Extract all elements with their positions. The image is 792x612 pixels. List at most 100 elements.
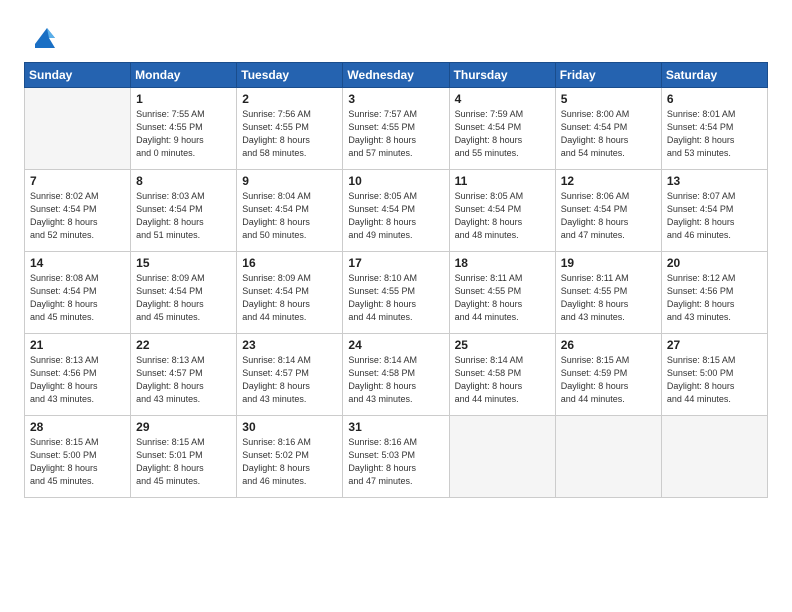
- day-cell: [25, 88, 131, 170]
- day-info: Sunrise: 8:09 AMSunset: 4:54 PMDaylight:…: [136, 272, 231, 324]
- day-number: 10: [348, 174, 443, 188]
- weekday-wednesday: Wednesday: [343, 63, 449, 88]
- weekday-sunday: Sunday: [25, 63, 131, 88]
- day-info: Sunrise: 8:05 AMSunset: 4:54 PMDaylight:…: [455, 190, 550, 242]
- day-info: Sunrise: 8:05 AMSunset: 4:54 PMDaylight:…: [348, 190, 443, 242]
- day-info: Sunrise: 8:08 AMSunset: 4:54 PMDaylight:…: [30, 272, 125, 324]
- day-number: 20: [667, 256, 762, 270]
- day-info: Sunrise: 7:55 AMSunset: 4:55 PMDaylight:…: [136, 108, 231, 160]
- day-cell: 15 Sunrise: 8:09 AMSunset: 4:54 PMDayligh…: [131, 252, 237, 334]
- day-info: Sunrise: 7:56 AMSunset: 4:55 PMDaylight:…: [242, 108, 337, 160]
- day-info: Sunrise: 8:14 AMSunset: 4:58 PMDaylight:…: [455, 354, 550, 406]
- day-cell: 2 Sunrise: 7:56 AMSunset: 4:55 PMDaylight…: [237, 88, 343, 170]
- logo: [24, 20, 59, 52]
- day-number: 17: [348, 256, 443, 270]
- logo-icon: [27, 20, 59, 52]
- day-info: Sunrise: 8:15 AMSunset: 5:01 PMDaylight:…: [136, 436, 231, 488]
- day-number: 3: [348, 92, 443, 106]
- day-number: 16: [242, 256, 337, 270]
- day-info: Sunrise: 8:00 AMSunset: 4:54 PMDaylight:…: [561, 108, 656, 160]
- day-number: 26: [561, 338, 656, 352]
- day-info: Sunrise: 8:13 AMSunset: 4:57 PMDaylight:…: [136, 354, 231, 406]
- day-cell: 25 Sunrise: 8:14 AMSunset: 4:58 PMDayligh…: [449, 334, 555, 416]
- day-cell: 5 Sunrise: 8:00 AMSunset: 4:54 PMDaylight…: [555, 88, 661, 170]
- day-info: Sunrise: 8:11 AMSunset: 4:55 PMDaylight:…: [455, 272, 550, 324]
- day-info: Sunrise: 8:06 AMSunset: 4:54 PMDaylight:…: [561, 190, 656, 242]
- weekday-saturday: Saturday: [661, 63, 767, 88]
- weekday-thursday: Thursday: [449, 63, 555, 88]
- week-row-4: 21Sunrise: 8:13 AMSunset: 4:56 PMDayligh…: [25, 334, 768, 416]
- day-cell: 3 Sunrise: 7:57 AMSunset: 4:55 PMDaylight…: [343, 88, 449, 170]
- day-number: 11: [455, 174, 550, 188]
- day-cell: 19 Sunrise: 8:11 AMSunset: 4:55 PMDayligh…: [555, 252, 661, 334]
- day-number: 30: [242, 420, 337, 434]
- day-cell: 26 Sunrise: 8:15 AMSunset: 4:59 PMDayligh…: [555, 334, 661, 416]
- day-cell: 27 Sunrise: 8:15 AMSunset: 5:00 PMDayligh…: [661, 334, 767, 416]
- day-info: Sunrise: 8:14 AMSunset: 4:57 PMDaylight:…: [242, 354, 337, 406]
- day-info: Sunrise: 8:11 AMSunset: 4:55 PMDaylight:…: [561, 272, 656, 324]
- day-cell: 16 Sunrise: 8:09 AMSunset: 4:54 PMDayligh…: [237, 252, 343, 334]
- week-row-1: 1 Sunrise: 7:55 AMSunset: 4:55 PMDaylight…: [25, 88, 768, 170]
- day-info: Sunrise: 8:15 AMSunset: 5:00 PMDaylight:…: [30, 436, 125, 488]
- day-number: 25: [455, 338, 550, 352]
- day-number: 2: [242, 92, 337, 106]
- day-cell: 9 Sunrise: 8:04 AMSunset: 4:54 PMDaylight…: [237, 170, 343, 252]
- day-info: Sunrise: 8:04 AMSunset: 4:54 PMDaylight:…: [242, 190, 337, 242]
- day-number: 28: [30, 420, 125, 434]
- day-info: Sunrise: 8:09 AMSunset: 4:54 PMDaylight:…: [242, 272, 337, 324]
- day-cell: 12 Sunrise: 8:06 AMSunset: 4:54 PMDayligh…: [555, 170, 661, 252]
- day-number: 5: [561, 92, 656, 106]
- day-number: 19: [561, 256, 656, 270]
- day-cell: 4 Sunrise: 7:59 AMSunset: 4:54 PMDaylight…: [449, 88, 555, 170]
- day-info: Sunrise: 7:59 AMSunset: 4:54 PMDaylight:…: [455, 108, 550, 160]
- day-number: 4: [455, 92, 550, 106]
- day-number: 9: [242, 174, 337, 188]
- weekday-tuesday: Tuesday: [237, 63, 343, 88]
- day-number: 21: [30, 338, 125, 352]
- day-number: 27: [667, 338, 762, 352]
- day-cell: 14 Sunrise: 8:08 AMSunset: 4:54 PMDayligh…: [25, 252, 131, 334]
- day-number: 1: [136, 92, 231, 106]
- weekday-header-row: SundayMondayTuesdayWednesdayThursdayFrid…: [25, 63, 768, 88]
- day-cell: 30Sunrise: 8:16 AMSunset: 5:02 PMDayligh…: [237, 416, 343, 498]
- day-info: Sunrise: 8:10 AMSunset: 4:55 PMDaylight:…: [348, 272, 443, 324]
- day-number: 23: [242, 338, 337, 352]
- week-row-3: 14 Sunrise: 8:08 AMSunset: 4:54 PMDayligh…: [25, 252, 768, 334]
- day-number: 29: [136, 420, 231, 434]
- day-cell: 31Sunrise: 8:16 AMSunset: 5:03 PMDayligh…: [343, 416, 449, 498]
- weekday-monday: Monday: [131, 63, 237, 88]
- day-cell: 29 Sunrise: 8:15 AMSunset: 5:01 PMDayligh…: [131, 416, 237, 498]
- day-number: 14: [30, 256, 125, 270]
- day-info: Sunrise: 7:57 AMSunset: 4:55 PMDaylight:…: [348, 108, 443, 160]
- day-number: 18: [455, 256, 550, 270]
- day-cell: 17 Sunrise: 8:10 AMSunset: 4:55 PMDayligh…: [343, 252, 449, 334]
- day-cell: [449, 416, 555, 498]
- week-row-2: 7Sunrise: 8:02 AMSunset: 4:54 PMDaylight…: [25, 170, 768, 252]
- weekday-friday: Friday: [555, 63, 661, 88]
- day-info: Sunrise: 8:12 AMSunset: 4:56 PMDaylight:…: [667, 272, 762, 324]
- day-info: Sunrise: 8:15 AMSunset: 4:59 PMDaylight:…: [561, 354, 656, 406]
- day-number: 15: [136, 256, 231, 270]
- day-number: 31: [348, 420, 443, 434]
- calendar-table: SundayMondayTuesdayWednesdayThursdayFrid…: [24, 62, 768, 498]
- page-header: [24, 20, 768, 52]
- week-row-5: 28 Sunrise: 8:15 AMSunset: 5:00 PMDayligh…: [25, 416, 768, 498]
- day-number: 12: [561, 174, 656, 188]
- day-info: Sunrise: 8:15 AMSunset: 5:00 PMDaylight:…: [667, 354, 762, 406]
- day-cell: 28 Sunrise: 8:15 AMSunset: 5:00 PMDayligh…: [25, 416, 131, 498]
- day-cell: 8Sunrise: 8:03 AMSunset: 4:54 PMDaylight…: [131, 170, 237, 252]
- day-cell: 10 Sunrise: 8:05 AMSunset: 4:54 PMDayligh…: [343, 170, 449, 252]
- day-info: Sunrise: 8:03 AMSunset: 4:54 PMDaylight:…: [136, 190, 231, 242]
- day-number: 22: [136, 338, 231, 352]
- day-info: Sunrise: 8:07 AMSunset: 4:54 PMDaylight:…: [667, 190, 762, 242]
- day-cell: 21Sunrise: 8:13 AMSunset: 4:56 PMDayligh…: [25, 334, 131, 416]
- day-cell: 20 Sunrise: 8:12 AMSunset: 4:56 PMDayligh…: [661, 252, 767, 334]
- day-info: Sunrise: 8:01 AMSunset: 4:54 PMDaylight:…: [667, 108, 762, 160]
- day-number: 24: [348, 338, 443, 352]
- day-number: 6: [667, 92, 762, 106]
- calendar-page: SundayMondayTuesdayWednesdayThursdayFrid…: [0, 0, 792, 612]
- day-cell: 24Sunrise: 8:14 AMSunset: 4:58 PMDayligh…: [343, 334, 449, 416]
- day-cell: 11 Sunrise: 8:05 AMSunset: 4:54 PMDayligh…: [449, 170, 555, 252]
- day-info: Sunrise: 8:02 AMSunset: 4:54 PMDaylight:…: [30, 190, 125, 242]
- day-cell: 13Sunrise: 8:07 AMSunset: 4:54 PMDayligh…: [661, 170, 767, 252]
